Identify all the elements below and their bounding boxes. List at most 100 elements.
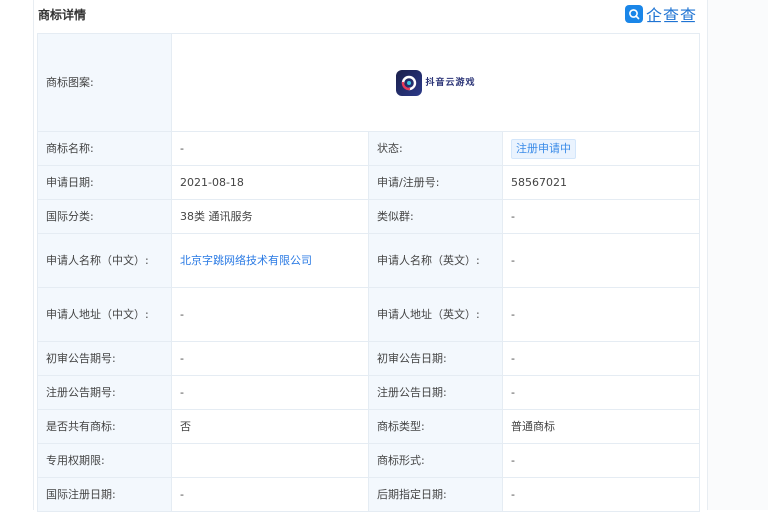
row-label: 类似群: [368, 199, 503, 234]
row-label-text: 商标类型: [377, 419, 425, 433]
row-label-text: 商标形式: [377, 453, 425, 467]
row-value: - [501, 477, 701, 512]
trademark-logo: 抖音云游戏 [180, 69, 691, 96]
table-row: 国际注册日期: - 后期指定日期: - [37, 477, 701, 512]
row-value: - [501, 199, 701, 234]
row-value: 普通商标 [501, 409, 701, 444]
row-label: 商标名称: [37, 131, 172, 166]
row-value-text: - [511, 385, 515, 399]
trademark-logo-text: 抖音云游戏 [425, 77, 476, 88]
row-label-text: 状态: [377, 141, 403, 155]
row-value: - [501, 341, 701, 376]
table-row: 申请人名称（中文）: 北京字跳网络技术有限公司 申请人名称（英文）: - [37, 233, 701, 288]
table-row: 初审公告期号: - 初审公告日期: - [37, 341, 701, 376]
row-value: - [171, 287, 369, 342]
row-label: 商标类型: [368, 409, 503, 444]
row-value: 否 [171, 409, 369, 444]
row-label-text: 后期指定日期: [377, 487, 447, 501]
row-label: 后期指定日期: [368, 477, 503, 512]
row-label-text: 注册公告日期: [377, 385, 447, 399]
row-value-text: - [511, 487, 515, 501]
douyin-cloud-game-logo-icon [395, 69, 422, 96]
row-value-text: - [511, 209, 515, 223]
row-label-text: 申请人名称（中文）: [46, 253, 149, 267]
row-value-text: - [511, 351, 515, 365]
row-value: 2021-08-18 [171, 165, 369, 200]
row-value [171, 443, 369, 478]
applicant-name-link[interactable]: 北京字跳网络技术有限公司 [171, 233, 369, 288]
row-label: 状态: [368, 131, 503, 166]
row-value: 38类 通讯服务 [171, 199, 369, 234]
trademark-detail-panel: 商标详情 企查查 商标图案: 抖音云游戏 商标名称: - 状态: 注册申请中 申… [33, 0, 709, 512]
applicant-name-link-text[interactable]: 北京字跳网络技术有限公司 [180, 254, 312, 267]
row-label: 申请人名称（中文）: [37, 233, 172, 288]
row-value-text: - [180, 351, 184, 365]
row-value-text: - [180, 307, 184, 321]
row-value-text: - [180, 385, 184, 399]
row-value-text: 2021-08-18 [180, 175, 244, 189]
row-label-text: 国际分类: [46, 209, 94, 223]
row-label: 申请/注册号: [368, 165, 503, 200]
status-badge-text: 注册申请中 [511, 138, 576, 159]
row-label-text: 申请人地址（中文）: [46, 307, 149, 321]
row-label-text: 申请/注册号: [377, 175, 440, 189]
row-value: - [171, 375, 369, 410]
row-value-text: - [511, 307, 515, 321]
row-value: - [501, 443, 701, 478]
table-row: 申请人地址（中文）: - 申请人地址（英文）: - [37, 287, 701, 342]
row-label: 初审公告期号: [37, 341, 172, 376]
page-title: 商标详情 [38, 8, 87, 22]
panel-header: 商标详情 企查查 [34, 0, 709, 28]
row-label-text: 类似群: [377, 209, 414, 223]
status-badge: 注册申请中 [501, 131, 701, 166]
row-value: 58567021 [501, 165, 701, 200]
row-value: - [171, 341, 369, 376]
row-value-text: - [511, 253, 515, 267]
table-row: 专用权期限: 商标形式: - [37, 443, 701, 478]
row-value: - [171, 131, 369, 166]
qichacha-logo-icon [624, 5, 643, 23]
row-label-text: 申请人名称（英文）: [377, 253, 480, 267]
row-label: 专用权期限: [37, 443, 172, 478]
row-value-text: 普通商标 [511, 419, 555, 433]
table-row: 是否共有商标: 否 商标类型: 普通商标 [37, 409, 701, 444]
row-label-text: 初审公告期号: [46, 351, 116, 365]
row-value-text: - [511, 453, 515, 467]
row-label-text: 初审公告日期: [377, 351, 447, 365]
row-label: 初审公告日期: [368, 341, 503, 376]
row-value-text: 否 [180, 419, 191, 433]
row-label-text: 专用权期限: [46, 453, 105, 467]
row-label: 申请人地址（中文）: [37, 287, 172, 342]
row-label-text: 申请人地址（英文）: [377, 307, 480, 321]
row-label: 注册公告日期: [368, 375, 503, 410]
table-row-image: 商标图案: 抖音云游戏 [37, 33, 701, 132]
row-value-text: - [180, 487, 184, 501]
row-value-text: 38类 通讯服务 [180, 209, 253, 223]
qichacha-brand[interactable]: 企查查 [624, 3, 697, 25]
brand-name: 企查查 [645, 6, 697, 25]
row-value: - [501, 233, 701, 288]
table-row: 商标名称: - 状态: 注册申请中 [37, 131, 701, 166]
row-value-text: 58567021 [511, 175, 567, 189]
table-row: 国际分类: 38类 通讯服务 类似群: - [37, 199, 701, 234]
row-label-text: 注册公告期号: [46, 385, 116, 399]
trademark-image-cell: 抖音云游戏 [170, 33, 701, 132]
row-value: - [171, 477, 369, 512]
row-label: 申请人名称（英文）: [368, 233, 503, 288]
row-label: 是否共有商标: [37, 409, 172, 444]
row-label: 申请日期: [37, 165, 172, 200]
row-label-text: 是否共有商标: [46, 419, 116, 433]
row-label-text: 申请日期: [46, 175, 94, 189]
row-label: 国际注册日期: [37, 477, 172, 512]
row-value-text: - [180, 141, 184, 155]
table-row: 注册公告期号: - 注册公告日期: - [37, 375, 701, 410]
row-label-text: 国际注册日期: [46, 487, 116, 501]
row-label-text: 商标名称: [46, 141, 94, 155]
row-value: - [501, 375, 701, 410]
table-row: 申请日期: 2021-08-18 申请/注册号: 58567021 [37, 165, 701, 200]
row-value: - [501, 287, 701, 342]
row-label: 商标形式: [368, 443, 503, 478]
row-label: 注册公告期号: [37, 375, 172, 410]
row-label: 商标图案: [37, 33, 172, 132]
row-label: 申请人地址（英文）: [368, 287, 503, 342]
